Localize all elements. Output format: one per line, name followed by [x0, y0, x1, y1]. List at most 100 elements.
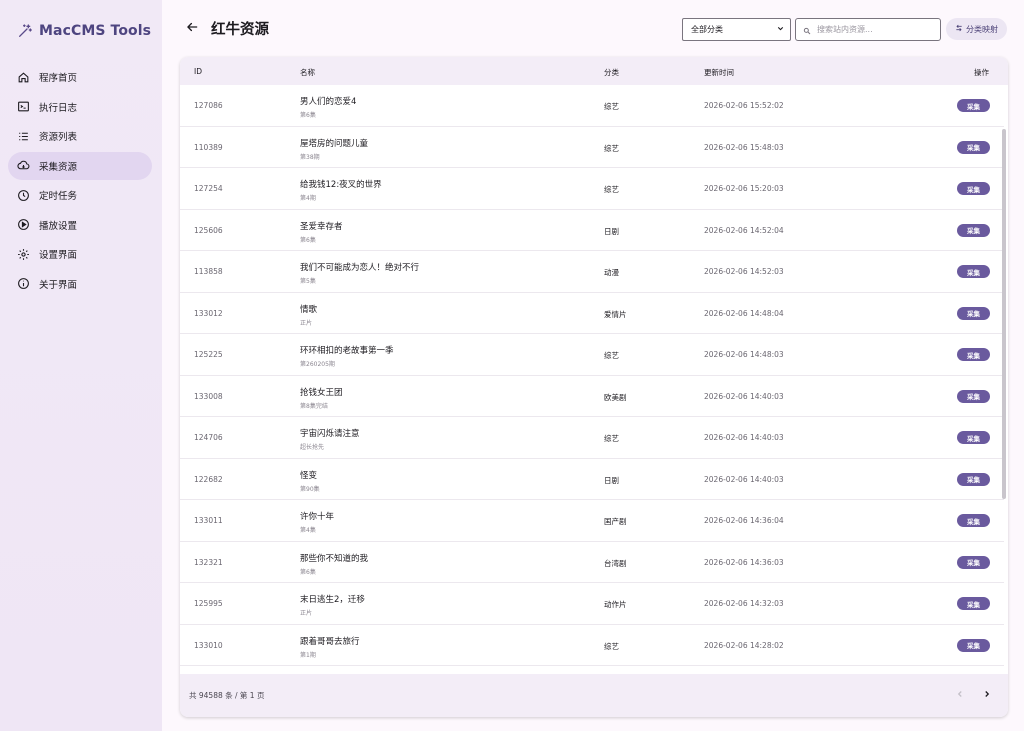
- resource-episode: 正片: [300, 319, 313, 327]
- play-circle-icon: [17, 218, 30, 231]
- resource-title: 情歌: [300, 304, 318, 315]
- collect-button[interactable]: 采集: [957, 472, 990, 486]
- table-row: 125606 圣爱幸存者 第6集 日剧 2026-02-06 14:52:04 采集: [180, 210, 1004, 251]
- sidebar-item-logs[interactable]: 执行日志: [8, 93, 152, 121]
- collect-button[interactable]: 采集: [957, 514, 990, 527]
- collect-button[interactable]: 采集: [957, 223, 990, 237]
- search-input[interactable]: [817, 25, 929, 34]
- column-header-name: 名称: [300, 68, 315, 77]
- cloud-download-icon: [17, 159, 30, 172]
- collect-button[interactable]: 采集: [957, 348, 990, 361]
- sidebar-item-label: 程序首页: [39, 73, 78, 84]
- cell-name: 男人们的恋爱4 第6集: [300, 95, 356, 119]
- cell-name: 我们不可能成为恋人！绝对不行 第5集: [300, 261, 419, 285]
- sidebar-item-label: 执行日志: [39, 102, 78, 114]
- resource-episode: 第1期: [300, 651, 316, 659]
- resource-episode: 第90集: [300, 485, 320, 493]
- sidebar-item-collect[interactable]: 采集资源: [8, 151, 152, 180]
- category-select-value: 全部分类: [691, 25, 723, 34]
- resource-title: 我们不可能成为恋人！绝对不行: [300, 263, 420, 273]
- cell-category: 综艺: [604, 351, 619, 360]
- sidebar-item-label: 资源列表: [39, 132, 78, 143]
- cell-id: 127254: [194, 184, 223, 193]
- table-row: 110389 屋塔房的问题儿童 第38期 综艺 2026-02-06 15:48:03 采…: [180, 127, 1004, 168]
- chevron-left-icon: [955, 689, 965, 701]
- resource-episode: 第4期: [300, 195, 316, 202]
- table-row: 127254 给我钱12:夜叉的世界 第4期 综艺 2026-02-06 15:20:0…: [180, 168, 1004, 210]
- terminal-icon: [17, 100, 30, 113]
- sidebar-item-resources[interactable]: 资源列表: [8, 122, 152, 150]
- cell-id: 124706: [194, 433, 223, 442]
- cell-name: 圣爱幸存者第6集: [300, 220, 343, 244]
- resource-title: 宇宙闪烁请注意: [300, 429, 360, 439]
- cell-name: 跟着哥哥去旅行 第1期: [300, 635, 360, 659]
- sidebar-item-settings[interactable]: 设置界面: [8, 240, 152, 268]
- sidebar-item-player[interactable]: 播放设置: [8, 211, 152, 239]
- resource-episode: 第6集: [300, 112, 316, 119]
- sidebar-item-home[interactable]: 程序首页: [8, 63, 152, 91]
- cell-id: 125606: [194, 225, 223, 235]
- cell-updated: 2026-02-06 14:40:03: [704, 474, 784, 484]
- cell-id: 113858: [194, 267, 223, 276]
- cell-name: 怪变 第90集: [300, 469, 320, 493]
- cell-id: 132321: [194, 557, 223, 567]
- collect-button[interactable]: 采集: [957, 306, 990, 320]
- gear-icon: [17, 248, 30, 261]
- collect-button[interactable]: 采集: [957, 431, 990, 444]
- chevron-right-icon: [982, 689, 992, 701]
- scrollbar[interactable]: [1002, 129, 1006, 499]
- resource-episode: 第5集: [300, 278, 316, 285]
- cell-name: 末日逃生2，迁移 正片: [300, 593, 365, 617]
- cell-id: 125225: [194, 350, 223, 359]
- cell-updated: 2026-02-06 15:48:03: [704, 142, 784, 152]
- sidebar-item-schedule[interactable]: 定时任务: [8, 181, 152, 209]
- table-body: 127086 男人们的恋爱4 第6集 综艺 2026-02-06 15:52:02 采集 1…: [180, 85, 1004, 702]
- pagination-info: 共 94588 条 / 第 1 页: [189, 691, 265, 700]
- list-icon: [17, 130, 30, 143]
- resource-title: 跟着哥哥去旅行: [300, 636, 360, 647]
- page-title: 红牛资源: [211, 22, 269, 38]
- search-box[interactable]: [795, 18, 941, 41]
- category-map-button[interactable]: 分类映射: [946, 18, 1007, 40]
- cell-updated: 2026-02-06 14:48:04: [704, 308, 784, 318]
- resource-episode: 第4集: [300, 527, 316, 534]
- cell-category: 综艺: [604, 641, 619, 651]
- table-row: 133012 情歌 正片 爱情片 2026-02-06 14:48:04 采集: [180, 293, 1004, 334]
- collect-button[interactable]: 采集: [957, 182, 990, 195]
- resource-title: 圣爱幸存者: [300, 221, 343, 232]
- cell-updated: 2026-02-06 14:36:04: [704, 516, 784, 525]
- resource-episode: 第6集: [300, 236, 316, 244]
- collect-button[interactable]: 采集: [957, 389, 990, 403]
- cell-category: 爱情片: [604, 309, 627, 319]
- cell-category: 国产剧: [604, 517, 627, 526]
- sidebar-nav: 程序首页 执行日志 资源列表 采集资源 定时任务 播放设置 设置界面 关于界面: [8, 63, 152, 299]
- cell-name: 环环相扣的老故事第一季 第260205期: [300, 344, 394, 368]
- sidebar-item-about[interactable]: 关于界面: [8, 270, 152, 298]
- collect-button[interactable]: 采集: [957, 99, 990, 112]
- cell-name: 那些你不知道的我 第6集: [300, 552, 368, 576]
- cell-category: 综艺: [604, 434, 619, 443]
- back-button[interactable]: [183, 19, 201, 37]
- resource-episode: 超长抢先: [300, 444, 325, 451]
- info-icon: [17, 277, 30, 290]
- home-icon: [17, 71, 30, 84]
- table-row: 133010 跟着哥哥去旅行 第1期 综艺 2026-02-06 14:28:02 采集: [180, 625, 1004, 666]
- resource-title: 给我钱12:夜叉的世界: [300, 180, 382, 190]
- collect-button[interactable]: 采集: [957, 140, 990, 154]
- cell-updated: 2026-02-06 14:48:03: [704, 350, 784, 359]
- resource-episode: 第38期: [300, 153, 320, 161]
- cell-category: 台湾剧: [604, 558, 627, 568]
- collect-button[interactable]: 采集: [957, 555, 990, 569]
- cell-id: 127086: [194, 101, 223, 110]
- cell-updated: 2026-02-06 14:32:03: [704, 599, 784, 608]
- cell-name: 许你十年 第4集: [300, 510, 334, 534]
- cell-id: 122682: [194, 474, 223, 484]
- collect-button[interactable]: 采集: [957, 638, 990, 652]
- table-row: 125225 环环相扣的老故事第一季 第260205期 综艺 2026-02-06 14…: [180, 334, 1004, 376]
- category-select[interactable]: 全部分类: [682, 18, 791, 41]
- prev-page-button[interactable]: [952, 687, 968, 703]
- next-page-button[interactable]: [979, 687, 995, 703]
- collect-button[interactable]: 采集: [957, 265, 990, 278]
- collect-button[interactable]: 采集: [957, 597, 990, 610]
- cell-id: 133011: [194, 516, 223, 525]
